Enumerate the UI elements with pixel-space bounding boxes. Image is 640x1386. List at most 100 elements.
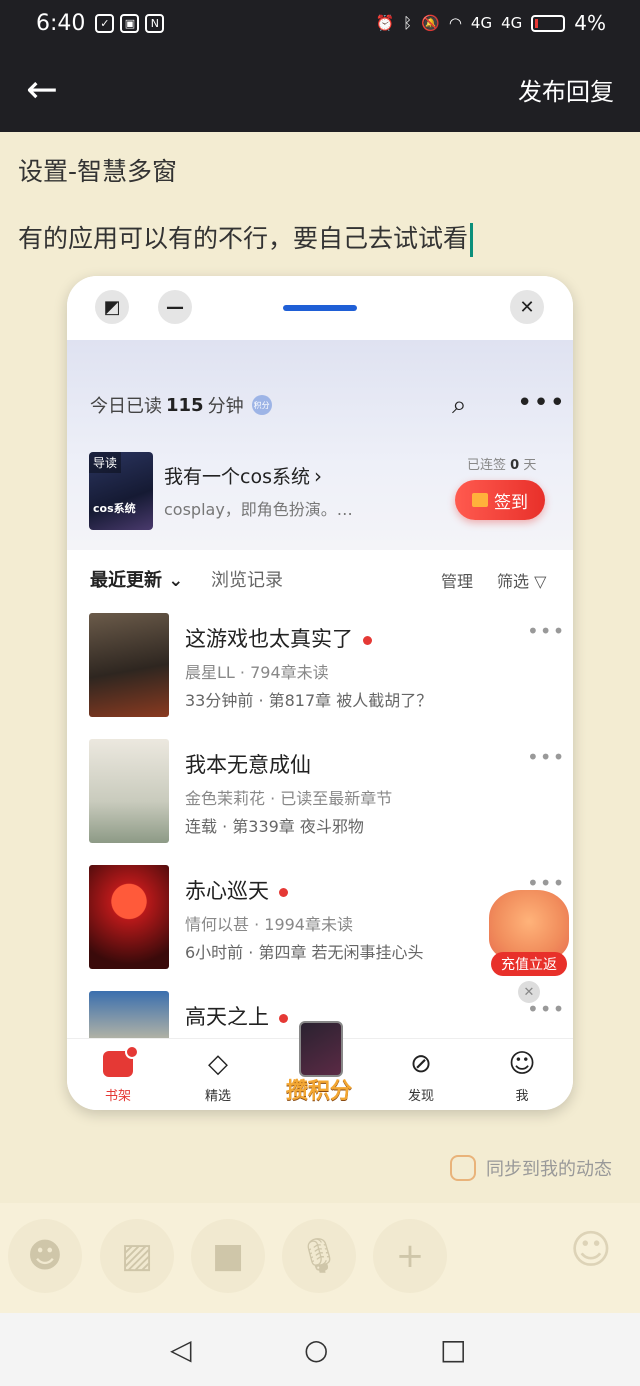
sync-checkbox[interactable] bbox=[450, 1155, 476, 1181]
diamond-icon: ◇ bbox=[208, 1049, 228, 1079]
chevron-right-icon: › bbox=[313, 464, 322, 488]
publish-reply-button[interactable]: 发布回复 bbox=[518, 72, 614, 107]
video-icon[interactable]: ■ bbox=[191, 1219, 265, 1293]
book-title-text: 这游戏也太真实了 bbox=[185, 627, 353, 651]
nav-home-icon[interactable]: ○ bbox=[304, 1333, 328, 1366]
tab-history[interactable]: 浏览记录 bbox=[211, 566, 283, 592]
featured-book-cover[interactable]: 导读 cos系统 bbox=[89, 452, 153, 530]
manage-button[interactable]: 管理 bbox=[441, 568, 473, 592]
anonymous-mask-icon[interactable]: ☺ bbox=[570, 1227, 612, 1273]
nav-featured-label: 精选 bbox=[204, 1089, 231, 1104]
earn-points-label: 攒积分 bbox=[285, 1079, 352, 1104]
coin-hand-icon bbox=[489, 890, 569, 960]
list-item[interactable]: 这游戏也太真实了 晨星LL · 794章未读 33分钟前 · 第817章 被人截… bbox=[67, 613, 573, 739]
book-cover bbox=[89, 865, 169, 969]
more-icon[interactable]: ••• bbox=[517, 388, 566, 418]
read-time-prefix: 今日已读 bbox=[90, 396, 162, 417]
minimize-icon[interactable]: — bbox=[158, 290, 192, 324]
read-time-minutes: 115 bbox=[166, 394, 204, 416]
fullscreen-icon[interactable]: ◩ bbox=[95, 290, 129, 324]
battery-icon bbox=[531, 14, 566, 32]
nav-recents-icon[interactable]: □ bbox=[440, 1333, 466, 1366]
filter-label: 筛选 bbox=[497, 572, 530, 591]
text-caret bbox=[470, 223, 474, 257]
mute-icon: 🔕 bbox=[421, 14, 440, 32]
system-indicators: ⏰ ᛒ 🔕 ◠ 4G 4G 4% bbox=[375, 11, 606, 35]
filter-icon: ▽ bbox=[534, 572, 547, 591]
battery-percent: 4% bbox=[574, 11, 606, 35]
signal-2-icon: 4G bbox=[501, 14, 523, 32]
nav-discover[interactable]: ⊘ 发现 bbox=[386, 1047, 456, 1104]
book-cover bbox=[89, 739, 169, 843]
signal-1-icon: 4G bbox=[470, 14, 493, 32]
tab-recent[interactable]: 最近更新 ⌄ bbox=[90, 566, 183, 592]
back-arrow-icon[interactable]: ← bbox=[26, 70, 58, 108]
book-cover bbox=[89, 613, 169, 717]
featured-book-title[interactable]: 我有一个cos系统 › bbox=[164, 462, 322, 489]
nav-me-label: 我 bbox=[515, 1089, 529, 1104]
shield-icon: ✓ bbox=[95, 13, 115, 33]
book-title: 我本无意成仙 bbox=[185, 753, 311, 777]
streak-days: 0 bbox=[510, 458, 520, 473]
alarm-icon: ⏰ bbox=[375, 14, 395, 32]
nav-featured[interactable]: ◇ 精选 bbox=[183, 1047, 253, 1104]
compose-toolbar: ☻ ▨ ■ 🎙 + ☺ bbox=[0, 1203, 640, 1313]
shelf-tabs: 最近更新 ⌄ 浏览记录 管理 筛选 ▽ bbox=[67, 550, 573, 604]
mic-icon[interactable]: 🎙 bbox=[282, 1219, 356, 1293]
streak-prefix: 已连签 bbox=[467, 458, 507, 473]
drag-handle[interactable] bbox=[283, 305, 357, 311]
promo-close-icon[interactable]: ✕ bbox=[518, 981, 540, 1003]
profile-icon: ☺ bbox=[508, 1049, 536, 1079]
sync-to-feed-option[interactable]: 同步到我的动态 bbox=[450, 1155, 612, 1181]
book-update-text: 6小时前 · 第四章 若无闲事挂心头 bbox=[185, 943, 424, 962]
promo-label: 充值立返 bbox=[491, 952, 567, 976]
image-notification-icon: ▣ bbox=[120, 13, 140, 33]
gift-icon bbox=[472, 493, 488, 507]
emoji-icon[interactable]: ☻ bbox=[8, 1219, 82, 1293]
unread-dot bbox=[279, 887, 288, 897]
book-update: 6小时前 · 第四章 若无闲事挂心头 bbox=[185, 939, 424, 963]
status-time: 6:40 bbox=[36, 10, 86, 36]
featured-title-text: 我有一个cos系统 bbox=[164, 466, 310, 488]
read-time: 今日已读 115 分钟 积分 bbox=[90, 392, 272, 418]
featured-cover-text: cos系统 bbox=[93, 502, 136, 515]
more-icon[interactable]: ••• bbox=[527, 619, 565, 643]
bookshelf-icon bbox=[103, 1045, 139, 1077]
nav-me[interactable]: ☺ 我 bbox=[487, 1047, 557, 1104]
book-update: 连载 · 第339章 夜斗邪物 bbox=[185, 817, 364, 836]
points-badge[interactable]: 积分 bbox=[251, 395, 272, 415]
compose-text-line-2[interactable]: 有的应用可以有的不行，要自己去试试看 bbox=[18, 219, 474, 257]
notification-icons: ✓ ▣ N bbox=[95, 13, 165, 33]
filter-button[interactable]: 筛选 ▽ bbox=[497, 568, 546, 592]
sync-label: 同步到我的动态 bbox=[486, 1159, 612, 1180]
bluetooth-icon: ᛒ bbox=[403, 14, 413, 32]
featured-cover-tag: 导读 bbox=[89, 452, 122, 473]
more-icon[interactable]: ••• bbox=[527, 745, 565, 769]
signin-button[interactable]: 签到 bbox=[455, 480, 545, 520]
floating-window[interactable]: ◩ — ✕ 今日已读 115 分钟 积分 ⌕ ••• 导读 cos系统 我有一个… bbox=[67, 276, 573, 1110]
recharge-promo[interactable]: 充值立返 bbox=[485, 890, 573, 980]
unread-dot bbox=[363, 635, 372, 645]
nav-back-icon[interactable]: ◁ bbox=[170, 1333, 192, 1366]
image-icon[interactable]: ▨ bbox=[100, 1219, 174, 1293]
nav-shelf[interactable]: 书架 bbox=[83, 1045, 153, 1104]
close-icon[interactable]: ✕ bbox=[510, 290, 544, 324]
app-bar: ← 发布回复 bbox=[0, 46, 640, 132]
status-bar: 6:40 ✓ ▣ N ⏰ ᛒ 🔕 ◠ 4G 4G 4% bbox=[0, 0, 640, 46]
tab-recent-label: 最近更新 bbox=[90, 570, 162, 591]
search-icon[interactable]: ⌕ bbox=[452, 390, 467, 421]
plus-icon[interactable]: + bbox=[373, 1219, 447, 1293]
nfc-icon: N bbox=[145, 13, 165, 33]
wifi-icon: ◠ bbox=[448, 14, 462, 32]
bottom-nav: 书架 ◇ 精选 攒积分 ⊘ 发现 ☺ 我 bbox=[67, 1021, 573, 1110]
featured-book-desc: cosplay，即角色扮演。… bbox=[164, 500, 353, 519]
compose-text-line-1[interactable]: 设置-智慧多窗 bbox=[18, 152, 177, 188]
compose-text-line-2-content: 有的应用可以有的不行，要自己去试试看 bbox=[18, 224, 469, 253]
book-meta: 晨星LL · 794章未读 bbox=[185, 663, 329, 682]
list-item[interactable]: 我本无意成仙 金色茉莉花 · 已读至最新章节 连载 · 第339章 夜斗邪物 •… bbox=[67, 739, 573, 865]
shelf-icon-wrap bbox=[83, 1045, 153, 1081]
book-title: 高天之上 bbox=[185, 1001, 288, 1031]
earn-points-promo[interactable]: 攒积分 bbox=[277, 1021, 361, 1109]
chevron-down-icon: ⌄ bbox=[168, 570, 184, 591]
book-title: 这游戏也太真实了 bbox=[185, 623, 372, 653]
